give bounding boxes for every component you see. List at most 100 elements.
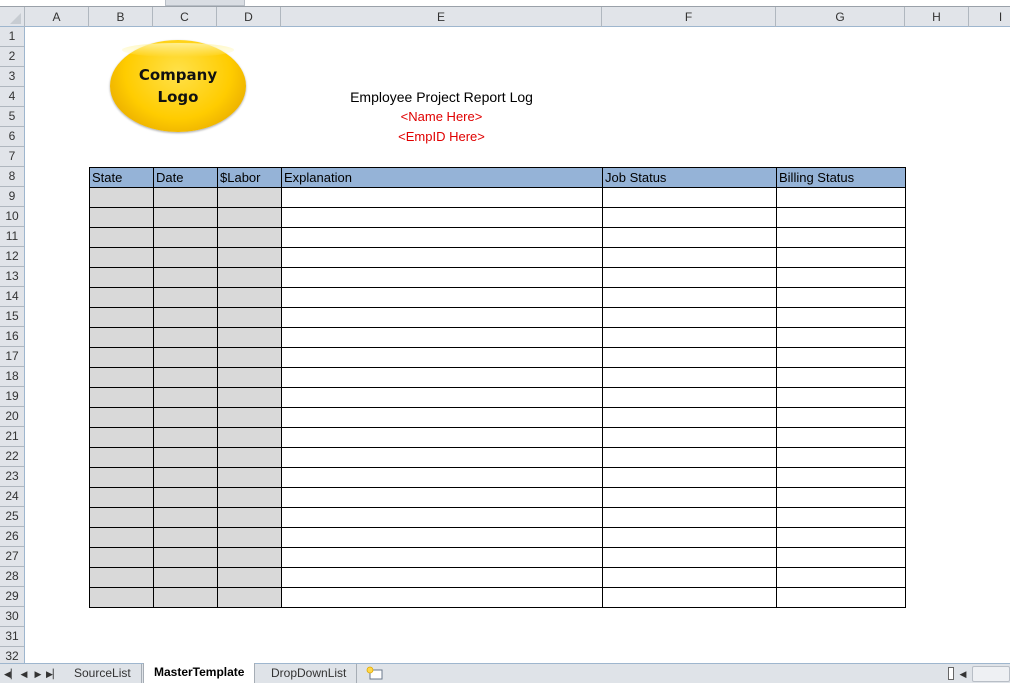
cell-state[interactable] <box>89 387 154 408</box>
row-header-27[interactable]: 27 <box>0 547 24 567</box>
cell-billing-status[interactable] <box>776 307 906 328</box>
cell-labor[interactable] <box>217 247 282 268</box>
cell-state[interactable] <box>89 567 154 588</box>
cell-date[interactable] <box>153 207 218 228</box>
cell-state[interactable] <box>89 207 154 228</box>
cell-date[interactable] <box>153 547 218 568</box>
cell-billing-status[interactable] <box>776 547 906 568</box>
row-header-28[interactable]: 28 <box>0 567 24 587</box>
cell-state[interactable] <box>89 447 154 468</box>
cell-job-status[interactable] <box>602 447 777 468</box>
cell-job-status[interactable] <box>602 547 777 568</box>
cell-billing-status[interactable] <box>776 227 906 248</box>
cell-state[interactable] <box>89 427 154 448</box>
cell-job-status[interactable] <box>602 407 777 428</box>
row-header-16[interactable]: 16 <box>0 327 24 347</box>
cell-state[interactable] <box>89 227 154 248</box>
cell-date[interactable] <box>153 367 218 388</box>
cell-job-status[interactable] <box>602 487 777 508</box>
cell-labor[interactable] <box>217 487 282 508</box>
row-header-9[interactable]: 9 <box>0 187 24 207</box>
cell-labor[interactable] <box>217 587 282 608</box>
row-header-17[interactable]: 17 <box>0 347 24 367</box>
cell-explanation[interactable] <box>281 467 603 488</box>
cell-billing-status[interactable] <box>776 387 906 408</box>
cell-billing-status[interactable] <box>776 407 906 428</box>
insert-sheet-button[interactable] <box>366 666 384 681</box>
column-header-f[interactable]: F <box>602 7 776 27</box>
cell-job-status[interactable] <box>602 587 777 608</box>
cell-job-status[interactable] <box>602 367 777 388</box>
cell-date[interactable] <box>153 347 218 368</box>
cell-date[interactable] <box>153 327 218 348</box>
cell-labor[interactable] <box>217 347 282 368</box>
cell-state[interactable] <box>89 367 154 388</box>
row-header-29[interactable]: 29 <box>0 587 24 607</box>
cell-job-status[interactable] <box>602 267 777 288</box>
column-header-e[interactable]: E <box>281 7 602 27</box>
row-header-25[interactable]: 25 <box>0 507 24 527</box>
first-sheet-button[interactable]: ◀▏ <box>4 666 18 682</box>
cell-explanation[interactable] <box>281 487 603 508</box>
row-header-30[interactable]: 30 <box>0 607 24 627</box>
cell-explanation[interactable] <box>281 307 603 328</box>
cell-labor[interactable] <box>217 327 282 348</box>
cell-job-status[interactable] <box>602 427 777 448</box>
header-billing-status[interactable]: Billing Status <box>776 167 906 188</box>
cell-state[interactable] <box>89 187 154 208</box>
cell-billing-status[interactable] <box>776 567 906 588</box>
row-header-5[interactable]: 5 <box>0 107 24 127</box>
next-sheet-button[interactable]: ▶ <box>32 666 44 682</box>
cell-billing-status[interactable] <box>776 327 906 348</box>
cell-explanation[interactable] <box>281 407 603 428</box>
cell-date[interactable] <box>153 307 218 328</box>
worksheet-grid[interactable]: Company Logo Employee Project Report Log … <box>25 27 1010 663</box>
cell-date[interactable] <box>153 407 218 428</box>
cell-job-status[interactable] <box>602 287 777 308</box>
cell-billing-status[interactable] <box>776 447 906 468</box>
header-explanation[interactable]: Explanation <box>281 167 603 188</box>
row-header-4[interactable]: 4 <box>0 87 24 107</box>
row-header-10[interactable]: 10 <box>0 207 24 227</box>
empid-placeholder[interactable]: <EmpID Here> <box>281 127 602 147</box>
cell-labor[interactable] <box>217 387 282 408</box>
cell-date[interactable] <box>153 187 218 208</box>
cell-labor[interactable] <box>217 407 282 428</box>
company-logo-shape[interactable]: Company Logo <box>110 40 246 132</box>
prev-sheet-button[interactable]: ◀ <box>18 666 30 682</box>
cell-job-status[interactable] <box>602 187 777 208</box>
row-header-21[interactable]: 21 <box>0 427 24 447</box>
cell-job-status[interactable] <box>602 307 777 328</box>
cell-date[interactable] <box>153 267 218 288</box>
row-header-2[interactable]: 2 <box>0 47 24 67</box>
column-header-c[interactable]: C <box>153 7 217 27</box>
cell-labor[interactable] <box>217 467 282 488</box>
column-header-i[interactable]: I <box>969 7 1010 27</box>
cell-state[interactable] <box>89 347 154 368</box>
report-title[interactable]: Employee Project Report Log <box>281 87 602 107</box>
cell-explanation[interactable] <box>281 447 603 468</box>
cell-explanation[interactable] <box>281 367 603 388</box>
cell-date[interactable] <box>153 227 218 248</box>
cell-state[interactable] <box>89 547 154 568</box>
cell-billing-status[interactable] <box>776 187 906 208</box>
cell-date[interactable] <box>153 487 218 508</box>
cell-job-status[interactable] <box>602 327 777 348</box>
select-all-button[interactable] <box>0 7 25 27</box>
cell-job-status[interactable] <box>602 247 777 268</box>
tab-mastertemplate[interactable]: MasterTemplate <box>143 663 256 683</box>
row-header-11[interactable]: 11 <box>0 227 24 247</box>
row-header-23[interactable]: 23 <box>0 467 24 487</box>
cell-explanation[interactable] <box>281 527 603 548</box>
cell-labor[interactable] <box>217 287 282 308</box>
cell-explanation[interactable] <box>281 247 603 268</box>
cell-explanation[interactable] <box>281 187 603 208</box>
cell-job-status[interactable] <box>602 527 777 548</box>
row-header-24[interactable]: 24 <box>0 487 24 507</box>
cell-explanation[interactable] <box>281 507 603 528</box>
cell-state[interactable] <box>89 487 154 508</box>
row-header-31[interactable]: 31 <box>0 627 24 647</box>
cell-job-status[interactable] <box>602 507 777 528</box>
cell-state[interactable] <box>89 407 154 428</box>
row-header-19[interactable]: 19 <box>0 387 24 407</box>
